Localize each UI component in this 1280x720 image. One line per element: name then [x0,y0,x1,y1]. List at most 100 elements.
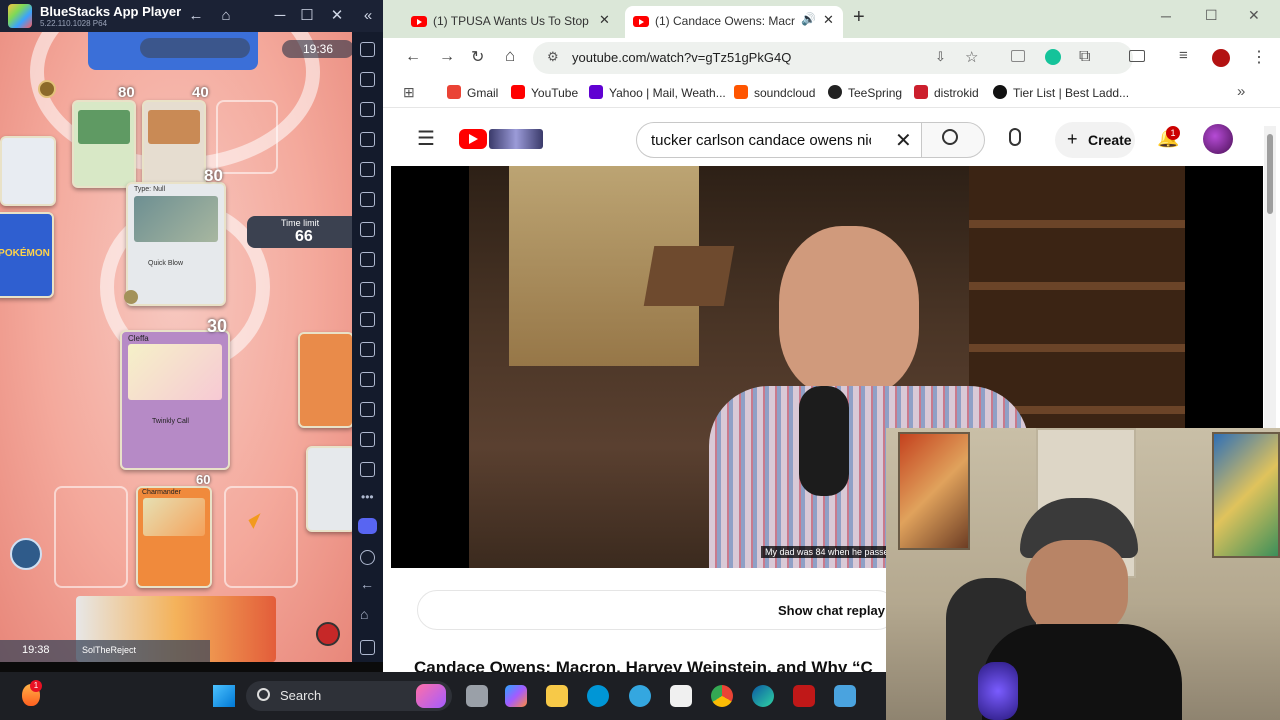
location-icon[interactable] [360,402,375,417]
opponent-side-card[interactable] [298,332,352,428]
media-control-icon[interactable]: ≡ [1179,47,1188,64]
concede-icon[interactable] [316,622,340,646]
scrollbar-thumb[interactable] [1267,134,1273,214]
task-view-icon[interactable] [466,685,488,707]
opponent-active-card[interactable]: Type: Null Quick Blow [126,182,226,306]
address-bar[interactable]: ⚙ youtube.com/watch?v=gTz51gPkG4Q ⇩ ☆ [533,42,1133,74]
camera-icon[interactable] [1011,50,1025,62]
windows-start-icon[interactable] [213,685,235,707]
back-icon[interactable]: ← [360,576,374,592]
notepad-icon[interactable] [670,685,692,707]
volume-icon[interactable] [360,72,375,87]
chrome-icon[interactable] [711,685,733,707]
shake-icon[interactable] [360,462,375,477]
chrome-menu-icon[interactable]: ⋮ [1251,47,1267,67]
apk-icon[interactable] [360,252,375,267]
home-icon[interactable]: ⌂ [360,606,368,622]
opponent-deck[interactable]: POKÉMON [0,212,54,298]
app-icon[interactable] [629,685,651,707]
maximize-icon[interactable]: ☐ [297,6,317,26]
mcafee-icon[interactable] [793,685,815,707]
player-discard-pile[interactable] [306,446,352,532]
macro-icon[interactable] [360,162,375,177]
empty-bench-slot[interactable] [224,486,298,588]
more-icon[interactable]: ••• [361,490,374,504]
bookmark-yahoo[interactable]: Yahoo | Mail, Weath... [589,85,726,101]
bookmark-youtube[interactable]: YouTube [511,85,578,101]
maximize-icon[interactable]: ☐ [1205,7,1218,24]
close-icon[interactable]: ✕ [327,6,347,26]
forward-icon[interactable]: → [439,48,455,66]
youtube-logo-icon[interactable] [459,129,487,149]
file-explorer-icon[interactable] [546,685,568,707]
create-button[interactable]: + Create [1055,122,1135,158]
settings-icon[interactable] [360,550,375,565]
opponent-bench-card-2[interactable] [142,100,206,188]
new-tab-button[interactable]: + [853,6,865,29]
recent-apps-icon[interactable] [360,640,375,655]
hp-icon[interactable] [587,685,609,707]
apps-grid-icon[interactable]: ⊞ [403,84,415,101]
copilot-icon[interactable] [505,685,527,707]
multi-instance-icon[interactable] [360,432,375,447]
more-bookmarks-icon[interactable]: » [1237,83,1245,100]
collapse-sidebar-icon[interactable]: « [358,6,378,26]
webcam-overlay [886,428,1280,720]
media-folder-icon[interactable] [360,372,375,387]
back-icon[interactable]: ← [405,48,421,66]
sync-icon[interactable] [360,192,375,207]
edge-icon[interactable] [752,685,774,707]
close-icon[interactable]: ✕ [1248,7,1260,24]
bookmark-teespring[interactable]: TeeSpring [828,85,902,101]
taskbar-search[interactable]: Search [246,681,452,711]
cast-icon[interactable] [1129,50,1145,62]
profile-avatar[interactable] [1212,49,1230,67]
photos-icon[interactable] [834,685,856,707]
tab-candace[interactable]: (1) Candace Owens: Macron 🔊 ✕ [625,6,843,38]
show-chat-replay-button[interactable]: Show chat replay [417,590,897,630]
discord-icon[interactable] [358,518,377,534]
tab-tpusa[interactable]: (1) TPUSA Wants Us To Stop As ✕ [403,6,617,38]
youtube-doodle-logo[interactable] [489,129,543,149]
minimize-icon[interactable]: ─ [270,6,290,26]
opponent-bench-card-1[interactable] [72,100,136,188]
screenshot-icon[interactable] [360,282,375,297]
player-bench-card-1[interactable]: Charmander [136,486,212,588]
bookmark-gmail[interactable]: Gmail [447,85,498,101]
search-button[interactable] [921,122,985,158]
gamepad-icon[interactable] [360,132,375,147]
empty-bench-slot[interactable] [54,486,128,588]
home-icon[interactable]: ⌂ [216,6,236,26]
bookmark-tierlist[interactable]: Tier List | Best Ladd... [993,85,1129,101]
voice-search-icon[interactable] [1009,128,1021,146]
minimize-icon[interactable]: ─ [1161,8,1171,24]
search-input[interactable]: tucker carlson candace owens nick fu ✕ [636,122,922,158]
site-info-icon[interactable]: ⚙ [547,49,559,65]
record-icon[interactable] [360,312,375,327]
youtube-header: ☰ tucker carlson candace owens nick fu ✕… [383,108,1280,166]
bookmark-soundcloud[interactable]: soundcloud [734,85,815,101]
clear-search-icon[interactable]: ✕ [895,128,912,153]
audio-playing-icon[interactable]: 🔊 [801,12,816,26]
player-active-card[interactable]: Cleffa Twinkly Call [120,330,230,470]
account-avatar[interactable] [1203,124,1233,154]
eco-mode-icon[interactable] [360,342,375,357]
grammarly-icon[interactable] [1045,49,1061,65]
empty-bench-slot[interactable] [216,100,278,174]
tab-title: (1) TPUSA Wants Us To Stop As [433,14,589,28]
extensions-icon[interactable]: ⧉ [1079,48,1090,66]
keymapping-icon[interactable] [360,102,375,117]
tab-close-icon[interactable]: ✕ [823,12,834,28]
performance-icon[interactable] [360,222,375,237]
fullscreen-icon[interactable] [360,42,375,57]
install-app-icon[interactable]: ⇩ [935,49,946,65]
back-icon[interactable]: ← [186,6,206,26]
opponent-discard-pile[interactable] [0,136,56,206]
bookmark-star-icon[interactable]: ☆ [965,48,978,66]
tab-close-icon[interactable]: ✕ [599,12,610,28]
hamburger-menu-icon[interactable]: ☰ [417,126,435,151]
reload-icon[interactable]: ↻ [471,47,484,67]
bookmark-distrokid[interactable]: distrokid [914,85,979,101]
home-icon[interactable]: ⌂ [505,46,515,66]
game-menu-button[interactable] [10,538,42,570]
